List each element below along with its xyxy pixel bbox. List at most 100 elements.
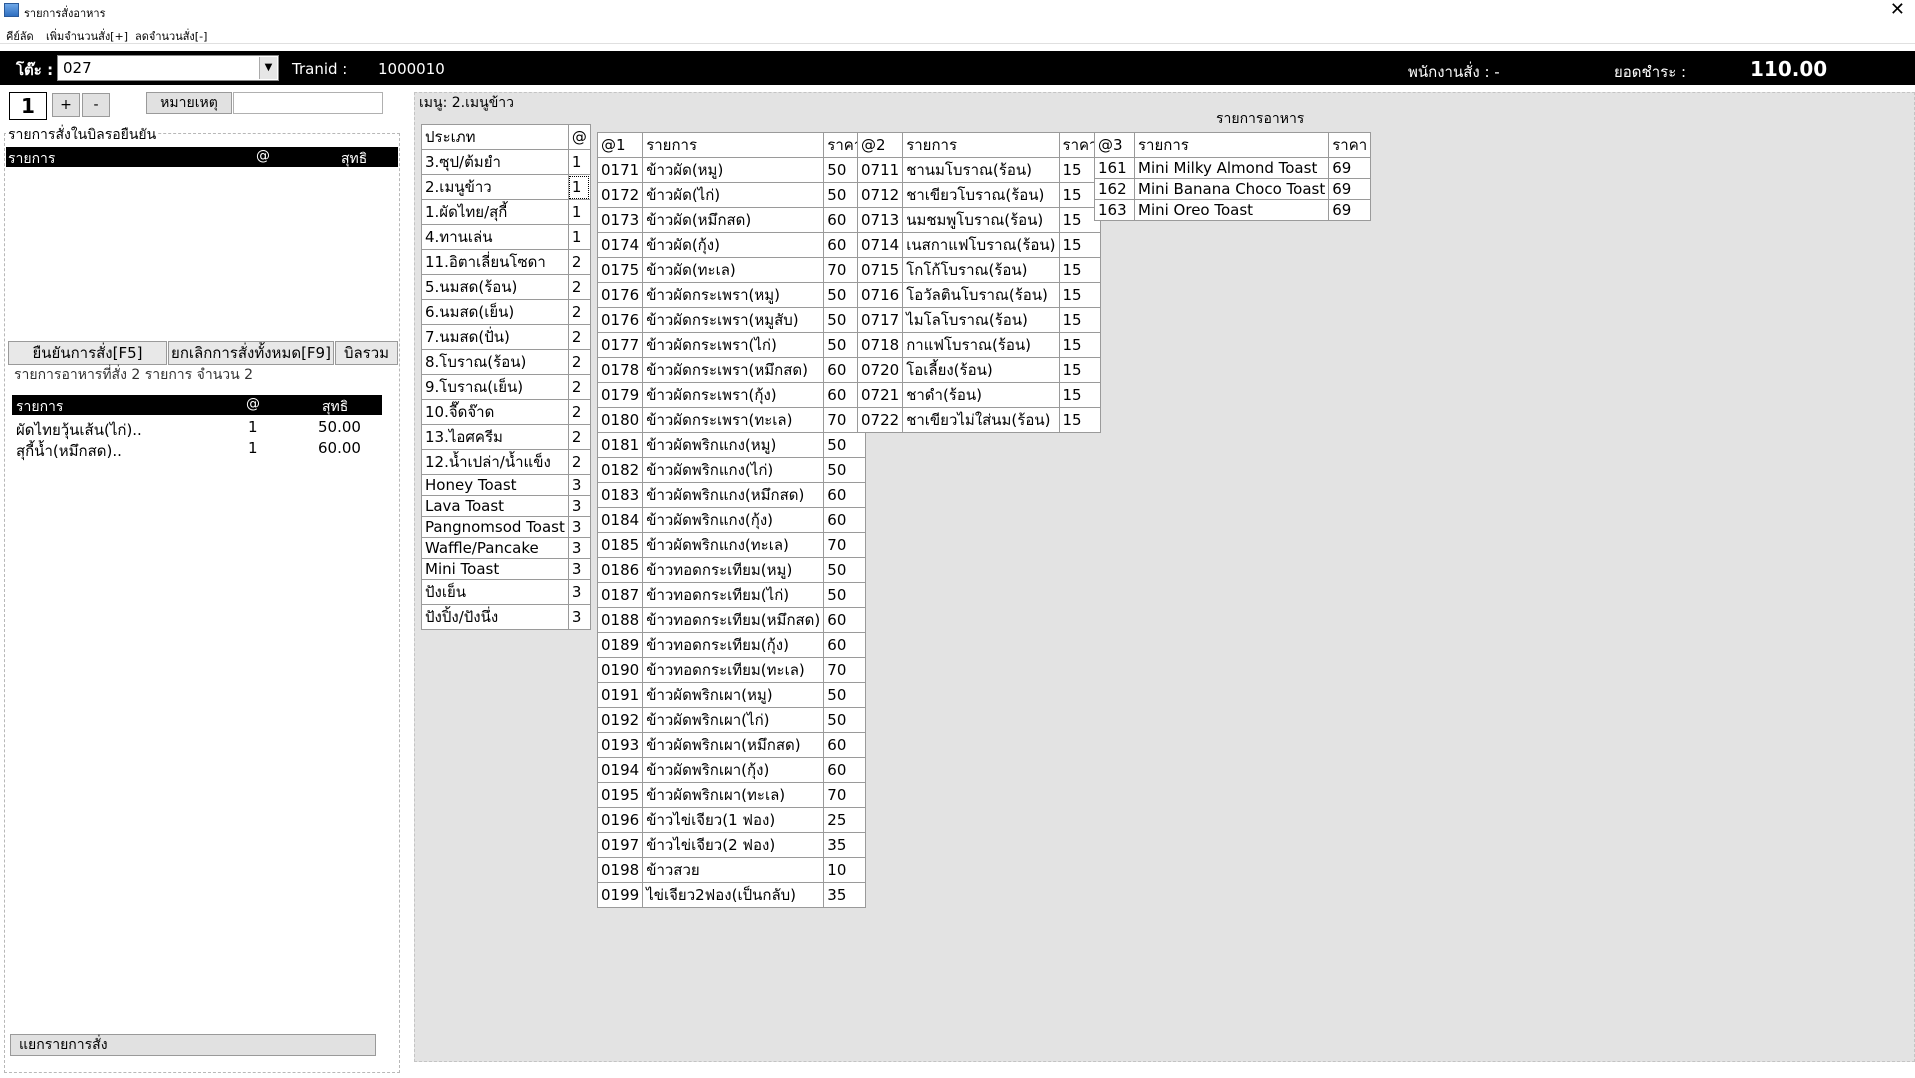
food-row[interactable]: 0718 กาแฟโบราณ(ร้อน) 15 [856, 332, 1102, 358]
food-row[interactable]: 0186 ข้าวทอดกระเทียม(หมู) 50 [596, 557, 867, 583]
food-row[interactable]: 0720 โอเลี้ยง(ร้อน) 15 [856, 357, 1102, 383]
plus-button[interactable]: + [52, 93, 80, 117]
food-row[interactable]: 0181 ข้าวผัดพริกแกง(หมู) 50 [596, 432, 867, 458]
food-row[interactable]: 0182 ข้าวผัดพริกแกง(ไก่) 50 [596, 457, 867, 483]
food-row[interactable]: 0713 นมชมพูโบราณ(ร้อน) 15 [856, 207, 1102, 233]
food-row-cell: ข้าวผัด(ไก่) [642, 182, 825, 208]
food-row[interactable]: 0194 ข้าวผัดพริกเผา(กุ้ง) 60 [596, 757, 867, 783]
food-row[interactable]: 161 Mini Milky Almond Toast 69 [1094, 157, 1372, 179]
minus-button[interactable]: - [82, 93, 110, 117]
category-row[interactable]: 7.นมสด(ปั่น) 2 [421, 324, 591, 350]
category-row[interactable]: 4.ทานเล่น 1 [421, 224, 591, 250]
food3-col-code: @3 [1094, 132, 1135, 158]
food-row[interactable]: 0196 ข้าวไข่เจียว(1 ฟอง) 25 [596, 807, 867, 833]
qty-display[interactable]: 1 [9, 92, 47, 120]
food-row[interactable]: 0193 ข้าวผัดพริกเผา(หมึกสด) 60 [596, 732, 867, 758]
category-row-cell: ปังปิ้ง/ปังนึ่ง [421, 604, 569, 630]
food-row[interactable]: 0176 ข้าวผัดกระเพรา(หมูสับ) 50 [596, 307, 867, 333]
food-row[interactable]: 0187 ข้าวทอดกระเทียม(ไก่) 50 [596, 582, 867, 608]
category-row[interactable]: 9.โบราณ(เย็น) 2 [421, 374, 591, 400]
food-row-cell: 0718 [856, 332, 904, 358]
food-row[interactable]: 0185 ข้าวผัดพริกแกง(ทะเล) 70 [596, 532, 867, 558]
category-row[interactable]: Mini Toast 3 [421, 558, 591, 580]
food-row[interactable]: 0715 โกโก้โบราณ(ร้อน) 15 [856, 257, 1102, 283]
category-row[interactable]: Waffle/Pancake 3 [421, 537, 591, 559]
food-row[interactable]: 0180 ข้าวผัดกระเพรา(ทะเล) 70 [596, 407, 867, 433]
close-icon[interactable]: ✕ [1890, 0, 1905, 20]
food-row[interactable]: 163 Mini Oreo Toast 69 [1094, 199, 1372, 221]
category-row[interactable]: 6.นมสด(เย็น) 2 [421, 299, 591, 325]
menu-shortcuts[interactable]: คีย์ลัด [6, 27, 34, 45]
food-row-cell: ข้าวผัดกระเพรา(ทะเล) [642, 407, 825, 433]
food-row[interactable]: 0189 ข้าวทอดกระเทียม(กุ้ง) 60 [596, 632, 867, 658]
category-row[interactable]: 5.นมสด(ร้อน) 2 [421, 274, 591, 300]
food-row[interactable]: 0195 ข้าวผัดพริกเผา(ทะเล) 70 [596, 782, 867, 808]
category-row-cell: 2 [567, 374, 591, 400]
food-row[interactable]: 0198 ข้าวสวย 10 [596, 857, 867, 883]
food-row[interactable]: 0188 ข้าวทอดกระเทียม(หมึกสด) 60 [596, 607, 867, 633]
food-table-1: @1 รายการ ราคา 0171 ข้าวผัด(หมู) 50 0172 ข้า… [596, 132, 867, 908]
food-row[interactable]: 0176 ข้าวผัดกระเพรา(หมู) 50 [596, 282, 867, 308]
note-input[interactable] [233, 92, 383, 114]
chevron-down-icon[interactable]: ▼ [259, 57, 277, 79]
food-row[interactable]: 0199 ไข่เจียว2ฟอง(เป็นกลับ) 35 [596, 882, 867, 908]
food-row[interactable]: 0175 ข้าวผัด(ทะเล) 70 [596, 257, 867, 283]
food-row-cell: ข้าวไข่เจียว(1 ฟอง) [642, 807, 825, 833]
food-row[interactable]: 0174 ข้าวผัด(กุ้ง) 60 [596, 232, 867, 258]
table-select[interactable]: 027 ▼ [57, 55, 279, 81]
category-row[interactable]: 2.เมนูข้าว 1 [421, 174, 591, 200]
split-order-button[interactable]: แยกรายการสั่ง [10, 1034, 376, 1056]
food-row[interactable]: 0190 ข้าวทอดกระเทียม(ทะเล) 70 [596, 657, 867, 683]
food-row[interactable]: 0171 ข้าวผัด(หมู) 50 [596, 157, 867, 183]
ordered-summary: รายการอาหารที่สั่ง 2 รายการ จำนวน 2 [14, 367, 254, 383]
category-row[interactable]: 8.โบราณ(ร้อน) 2 [421, 349, 591, 375]
food-row[interactable]: 0183 ข้าวผัดพริกแกง(หมึกสด) 60 [596, 482, 867, 508]
food-row-cell: 15 [1058, 282, 1102, 308]
food-row[interactable]: 0197 ข้าวไข่เจียว(2 ฟอง) 35 [596, 832, 867, 858]
category-row[interactable]: ปังเย็น 3 [421, 579, 591, 605]
category-row[interactable]: 3.ซุป/ต้มยำ 1 [421, 149, 591, 175]
food-row-cell: ข้าวทอดกระเทียม(หมึกสด) [642, 607, 825, 633]
note-button[interactable]: หมายเหตุ [146, 92, 232, 114]
food-row[interactable]: 0172 ข้าวผัด(ไก่) 50 [596, 182, 867, 208]
food-row-cell: 0722 [856, 407, 904, 433]
food-row[interactable]: 0192 ข้าวผัดพริกเผา(ไก่) 50 [596, 707, 867, 733]
food-row[interactable]: 0711 ชานมโบราณ(ร้อน) 15 [856, 157, 1102, 183]
food-row[interactable]: 0712 ชาเขียวโบราณ(ร้อน) 15 [856, 182, 1102, 208]
category-row-cell: 3.ซุป/ต้มยำ [421, 149, 569, 175]
food-row-cell: 50 [823, 432, 867, 458]
category-row-cell: 1 [567, 174, 591, 200]
category-row[interactable]: Pangnomsod Toast 3 [421, 516, 591, 538]
food-row[interactable]: 0177 ข้าวผัดกระเพรา(ไก่) 50 [596, 332, 867, 358]
food-row[interactable]: 0184 ข้าวผัดพริกแกง(กุ้ง) 60 [596, 507, 867, 533]
food-row[interactable]: 0714 เนสกาแฟโบราณ(ร้อน) 15 [856, 232, 1102, 258]
category-row[interactable]: 13.ไอศครีม 2 [421, 424, 591, 450]
food-row-cell: 69 [1328, 199, 1372, 221]
food-row[interactable]: 0716 โอวัลตินโบราณ(ร้อน) 15 [856, 282, 1102, 308]
food-row[interactable]: 0717 ไมโลโบราณ(ร้อน) 15 [856, 307, 1102, 333]
food-row[interactable]: 0173 ข้าวผัด(หมึกสด) 60 [596, 207, 867, 233]
food2-col-item: รายการ [902, 132, 1060, 158]
category-row[interactable]: 11.อิตาเลี่ยนโซดา 2 [421, 249, 591, 275]
category-row[interactable]: Lava Toast 3 [421, 495, 591, 517]
ordered-item: สุกี้น้ำ(หมึกสด).. [16, 442, 122, 460]
food-row-cell: 0196 [596, 807, 644, 833]
food-row[interactable]: 0179 ข้าวผัดกระเพรา(กุ้ง) 60 [596, 382, 867, 408]
bill-total-button[interactable]: บิลรวม [335, 341, 398, 365]
food-row[interactable]: 0722 ชาเขียวไม่ใส่นม(ร้อน) 15 [856, 407, 1102, 433]
category-row-cell: 3 [567, 604, 591, 630]
food-row[interactable]: 0178 ข้าวผัดกระเพรา(หมึกสด) 60 [596, 357, 867, 383]
category-row[interactable]: ปังปิ้ง/ปังนึ่ง 3 [421, 604, 591, 630]
confirm-order-button[interactable]: ยืนยันการสั่ง[F5] [8, 341, 167, 365]
category-row[interactable]: 1.ผัดไทย/สุกี้ 1 [421, 199, 591, 225]
menu-decrease-qty[interactable]: ลดจำนวนสั่ง[-] [135, 27, 207, 45]
cancel-all-button[interactable]: ยกเลิกการสั่งทั้งหมด[F9] [168, 341, 334, 365]
food-row-cell: 35 [823, 832, 867, 858]
food-row[interactable]: 0191 ข้าวผัดพริกเผา(หมู) 50 [596, 682, 867, 708]
food-row[interactable]: 162 Mini Banana Choco Toast 69 [1094, 178, 1372, 200]
category-row[interactable]: 10.จื๊ดจ๊าด 2 [421, 399, 591, 425]
menu-increase-qty[interactable]: เพิ่มจำนวนสั่ง[+] [46, 27, 128, 45]
category-row[interactable]: Honey Toast 3 [421, 474, 591, 496]
category-row[interactable]: 12.น้ำเปล่า/น้ำแข็ง 2 [421, 449, 591, 475]
food-row[interactable]: 0721 ชาดำ(ร้อน) 15 [856, 382, 1102, 408]
